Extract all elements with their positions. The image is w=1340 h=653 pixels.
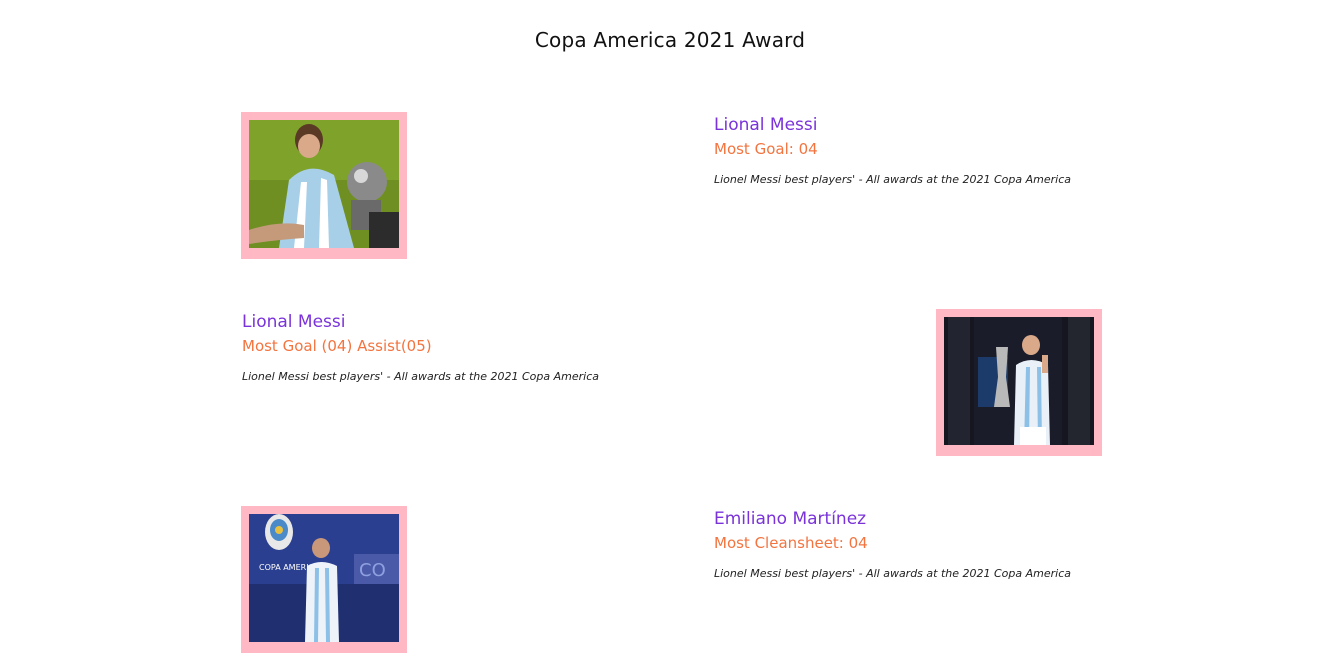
award-1-info: Lional Messi Most Goal: 04 Lionel Messi …: [714, 114, 1134, 187]
award-2-award-title: Most Goal (04) Assist(05): [242, 337, 432, 355]
award-2-info: Lional Messi Most Goal (04) Assist(05) L…: [242, 311, 662, 384]
award-1-photo: [241, 112, 407, 259]
award-2-player-name: Lional Messi: [242, 312, 346, 332]
award-3-award-title: Most Cleansheet: 04: [714, 534, 868, 552]
martinez-podium-image: CO COPA AMERICA: [249, 514, 399, 642]
award-1-description: Lionel Messi best players' - All awards …: [714, 173, 1072, 186]
award-3-player-name: Emiliano Martínez: [714, 509, 867, 529]
messi-golden-boot-image: [249, 120, 399, 248]
award-1-player-name: Lional Messi: [714, 115, 818, 135]
award-1-award-title: Most Goal: 04: [714, 140, 818, 158]
award-2-description: Lionel Messi best players' - All awards …: [242, 370, 600, 383]
award-2-photo: [936, 309, 1102, 456]
page-title: Copa America 2021 Award: [534, 28, 806, 52]
award-3-info: Emiliano Martínez Most Cleansheet: 04 Li…: [714, 508, 1134, 581]
svg-text:CO: CO: [359, 560, 386, 581]
award-3-description: Lionel Messi best players' - All awards …: [714, 567, 1072, 580]
award-3-photo: CO COPA AMERICA: [241, 506, 407, 653]
messi-trophy-image: [944, 317, 1094, 445]
